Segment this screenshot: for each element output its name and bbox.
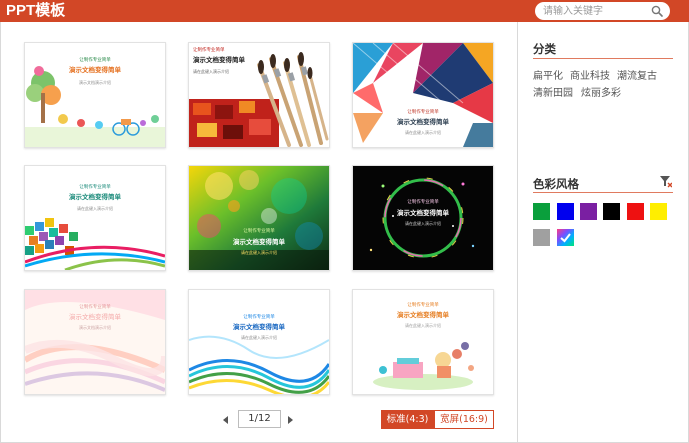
template-thumbnail[interactable]: 让制作专业简单 演示文档变得简单 请在此键入演示介绍 bbox=[352, 165, 494, 271]
prev-page-arrow-icon[interactable] bbox=[223, 416, 228, 424]
search-box[interactable] bbox=[535, 2, 670, 20]
template-thumbnail[interactable]: 让制作专业简单 演示文档变得简单 演示文档演示介绍 bbox=[24, 289, 166, 395]
template-thumbnail[interactable]: 让制作专业简单 演示文档变得简单 请在此键入演示介绍 bbox=[188, 42, 330, 148]
thumbnail-line-3: 演示文档演示介绍 bbox=[79, 80, 111, 85]
color-style-title: 色彩风格 bbox=[533, 177, 579, 191]
thumbnail-line-1: 让制作专业简单 bbox=[243, 315, 275, 320]
thumbnail-line-2: 演示文档变得简单 bbox=[193, 56, 245, 64]
thumbnail-line-3: 请在此键入演示介绍 bbox=[405, 221, 441, 226]
ratio-standard-button[interactable]: 标准(4:3) bbox=[381, 410, 434, 429]
color-swatch-gray[interactable] bbox=[533, 229, 550, 246]
thumbnail-line-2: 演示文档变得简单 bbox=[233, 238, 285, 246]
app-title: PPT模板 bbox=[6, 2, 66, 19]
thumbnail-line-2: 演示文档变得简单 bbox=[69, 313, 121, 321]
thumbnail-line-2: 演示文档变得简单 bbox=[397, 311, 449, 319]
category-link[interactable]: 炫丽多彩 bbox=[581, 84, 621, 99]
thumbnail-art bbox=[25, 166, 165, 270]
thumbnail-line-2: 演示文档变得简单 bbox=[69, 66, 121, 74]
category-title: 分类 bbox=[533, 42, 556, 56]
thumbnail-line-3: 请在此键入演示介绍 bbox=[77, 206, 113, 211]
template-thumbnail[interactable]: 让制作专业简单 演示文档变得简单 请在此键入演示介绍 bbox=[352, 289, 494, 395]
thumbnail-line-1: 让制作专业简单 bbox=[407, 303, 439, 308]
thumbnail-line-1: 让制作专业简单 bbox=[79, 185, 111, 190]
checkmark-icon bbox=[560, 233, 571, 243]
thumbnail-line-2: 演示文档变得简单 bbox=[233, 323, 285, 331]
thumbnail-line-1: 让制作专业简单 bbox=[243, 229, 275, 234]
thumbnail-line-3: 请在此键入演示介绍 bbox=[405, 323, 441, 328]
template-thumbnail[interactable]: 让制作专业简单 演示文档变得简单 请在此键入演示介绍 bbox=[24, 165, 166, 271]
color-swatch-red[interactable] bbox=[627, 203, 644, 220]
color-swatch-multicolor[interactable] bbox=[557, 229, 574, 246]
template-thumbnail[interactable]: 让制作专业简单 演示文档变得简单 请在此键入演示介绍 bbox=[352, 42, 494, 148]
color-swatch-black[interactable] bbox=[603, 203, 620, 220]
header-bar: PPT模板 bbox=[0, 0, 689, 22]
search-input[interactable] bbox=[543, 3, 651, 19]
thumbnail-line-1: 让制作专业简单 bbox=[407, 200, 439, 205]
thumbnail-line-1: 让制作专业简单 bbox=[407, 110, 439, 115]
category-link[interactable]: 清新田园 bbox=[533, 84, 573, 99]
thumbnail-line-3: 请在此键入演示介绍 bbox=[405, 130, 441, 135]
thumbnail-line-2: 演示文档变得简单 bbox=[69, 193, 121, 201]
color-swatch-purple[interactable] bbox=[580, 203, 597, 220]
category-link[interactable]: 扁平化 bbox=[533, 67, 563, 82]
category-divider bbox=[533, 58, 673, 59]
panel-divider bbox=[517, 22, 518, 443]
thumbnail-line-2: 演示文档变得简单 bbox=[397, 209, 449, 217]
template-thumbnail[interactable]: 让制作专业简单 演示文档变得简单 请在此键入演示介绍 bbox=[188, 165, 330, 271]
category-link[interactable]: 商业科技 bbox=[570, 67, 610, 82]
thumbnail-art bbox=[189, 290, 329, 394]
color-swatch-green[interactable] bbox=[533, 203, 550, 220]
color-divider bbox=[533, 192, 673, 193]
ratio-wide-button[interactable]: 宽屏(16:9) bbox=[434, 410, 494, 429]
page-indicator[interactable]: 1/12 bbox=[238, 410, 281, 428]
template-thumbnail[interactable]: 让制作专业简单 演示文档变得简单 请在此键入演示介绍 bbox=[188, 289, 330, 395]
thumbnail-line-1: 让制作专业简单 bbox=[193, 48, 225, 53]
color-swatch-yellow[interactable] bbox=[650, 203, 667, 220]
thumbnail-line-3: 请在此键入演示介绍 bbox=[193, 69, 229, 74]
template-thumbnail[interactable]: 让制作专业简单 演示文档变得简单 演示文档演示介绍 bbox=[24, 42, 166, 148]
thumbnail-line-3: 请在此键入演示介绍 bbox=[241, 335, 277, 340]
search-icon[interactable] bbox=[651, 5, 663, 17]
next-page-arrow-icon[interactable] bbox=[288, 416, 293, 424]
thumbnail-line-1: 让制作专业简单 bbox=[79, 305, 111, 310]
thumbnail-line-3: 演示文档演示介绍 bbox=[79, 325, 111, 330]
color-swatch-blue[interactable] bbox=[557, 203, 574, 220]
thumbnail-line-2: 演示文档变得简单 bbox=[397, 118, 449, 126]
thumbnail-art bbox=[353, 166, 493, 270]
thumbnail-line-1: 让制作专业简单 bbox=[79, 58, 111, 63]
clear-filter-icon[interactable] bbox=[660, 176, 672, 188]
category-link[interactable]: 潮流复古 bbox=[617, 67, 657, 82]
thumbnail-line-3: 请在此键入演示介绍 bbox=[241, 250, 277, 255]
